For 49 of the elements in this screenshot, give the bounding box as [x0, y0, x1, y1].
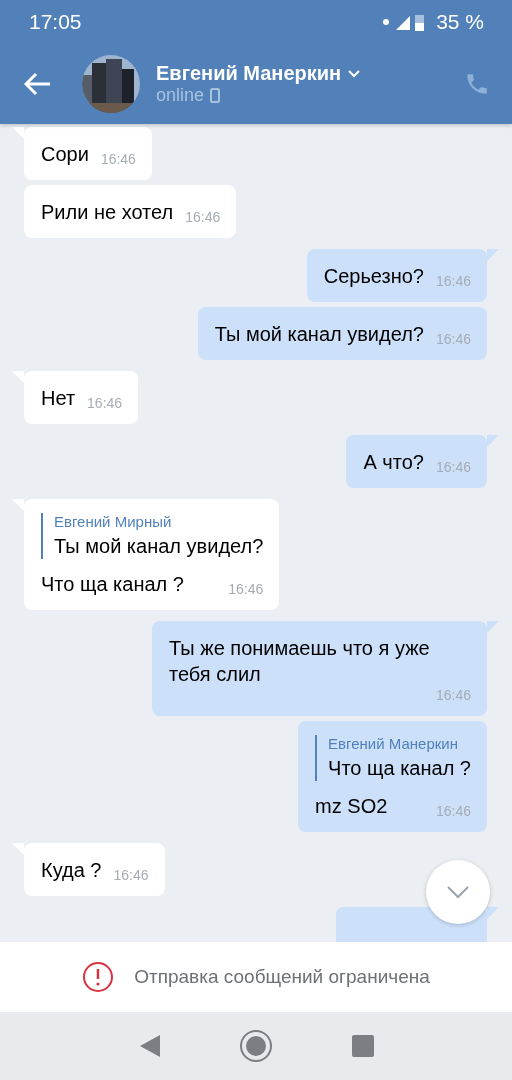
message-text: Нет [41, 386, 76, 411]
contact-name[interactable]: Евгений Манеркин [156, 62, 342, 85]
online-status: online [156, 85, 205, 106]
message-text: Сори [41, 142, 89, 167]
reply-text: Что ща канал ? [328, 756, 471, 781]
message-bubble[interactable]: Куда ? 16:46 [24, 843, 165, 896]
message-bubble[interactable]: Евгений Манеркин Что ща канал ? mz SO2 16:46 [298, 721, 487, 832]
message-text: Что ща канал ? [41, 572, 184, 597]
back-icon[interactable] [138, 1034, 161, 1058]
message-text: mz SO2 [315, 794, 388, 819]
message-bubble[interactable]: Нет 16:46 [24, 371, 139, 424]
message-bubble[interactable]: Ты мой канал увидел? 16:46 [197, 307, 487, 360]
message-time: 16:46 [435, 687, 471, 703]
message-text: Рили не хотел [41, 200, 174, 225]
message-bubble[interactable]: Евгений Мирный Ты мой канал увидел? Что ща канал ? 16:46 [24, 499, 280, 610]
message-bubble[interactable]: Рили не хотел 16:46 [24, 185, 237, 238]
message-time: 16:46 [113, 867, 149, 883]
message-time: 16:46 [435, 273, 471, 289]
warning-icon [82, 961, 115, 993]
restriction-notice: Отправка сообщений ограничена [134, 966, 430, 988]
signal-icon [382, 12, 427, 32]
message-bubble[interactable]: Серьезно? 16:46 [306, 249, 487, 302]
message-time: 16:46 [100, 151, 136, 167]
message-text: А что? [363, 450, 424, 475]
message-time: 16:46 [228, 581, 264, 597]
recents-icon[interactable] [351, 1035, 374, 1057]
status-time: 17:05 [29, 10, 83, 34]
message-text: Серьезно? [323, 264, 424, 289]
message-text: Куда ? [41, 858, 102, 883]
back-arrow-icon[interactable] [24, 72, 52, 96]
call-icon[interactable] [464, 71, 490, 97]
message-time: 16:46 [435, 459, 471, 475]
reply-text: Ты мой канал увидел? [54, 534, 264, 559]
phone-icon [210, 88, 221, 103]
message-text: Ты мой канал увидел? [214, 322, 424, 347]
reply-author: Евгений Манеркин [328, 735, 459, 752]
chevron-down-icon [446, 885, 470, 899]
message-text: Ты же понимаешь что я уже тебя слил [169, 636, 431, 687]
message-time: 16:46 [435, 331, 471, 347]
message-time: 16:46 [87, 395, 123, 411]
message-time: 16:46 [185, 209, 221, 225]
reply-author: Евгений Мирный [54, 513, 173, 530]
chevron-down-icon[interactable] [347, 69, 362, 78]
home-icon[interactable] [239, 1029, 273, 1063]
message-time: 16:46 [435, 803, 471, 819]
message-bubble[interactable]: Ты же понимаешь что я уже тебя слил 16:46 [152, 621, 487, 716]
message-bubble[interactable]: Сори 16:46 [24, 127, 152, 180]
battery-percent: 35 % [436, 10, 484, 34]
message-bubble[interactable]: А что? 16:46 [346, 435, 487, 488]
